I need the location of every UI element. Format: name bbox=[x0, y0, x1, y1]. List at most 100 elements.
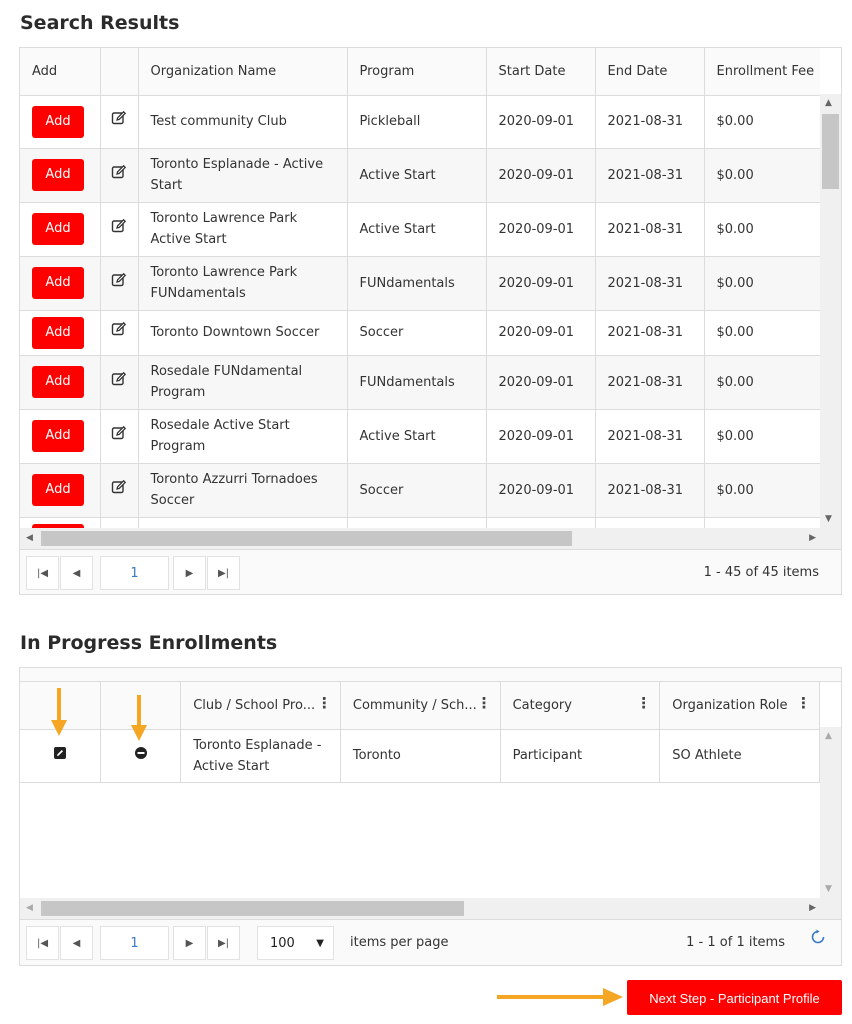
table-row-partial bbox=[20, 517, 820, 528]
enrollment-fee-cell: $0.00 bbox=[704, 148, 820, 203]
col-header-organization-name[interactable]: Organization Name bbox=[138, 48, 348, 96]
table-row: Add Toronto Downtown Soccer Soccer 2020-09-… bbox=[20, 310, 820, 356]
prev-page-icon[interactable]: ◀ bbox=[60, 556, 93, 590]
scroll-left-arrow[interactable]: ◀ bbox=[26, 533, 33, 543]
search-results-vertical-scrollbar[interactable]: ▲ ▼ bbox=[820, 94, 841, 528]
organization-name-cell: Toronto Azzurri Tornadoes Soccer bbox=[138, 463, 348, 518]
add-button[interactable]: Add bbox=[32, 366, 84, 398]
page-size-select[interactable]: 100 ▼ bbox=[257, 926, 334, 960]
next-page-icon[interactable]: ▶ bbox=[173, 926, 206, 960]
edit-icon[interactable] bbox=[111, 272, 127, 288]
prev-page-icon[interactable]: ◀ bbox=[60, 926, 93, 960]
col-header-add[interactable]: Add bbox=[20, 48, 101, 96]
annotation-arrow-right-next bbox=[497, 988, 623, 1006]
remove-icon[interactable] bbox=[134, 747, 147, 759]
col-header-start-date[interactable]: Start Date bbox=[486, 48, 596, 96]
scroll-thumb[interactable] bbox=[41, 531, 572, 546]
start-date-cell: 2020-09-01 bbox=[486, 463, 596, 518]
add-cell: Add bbox=[20, 202, 101, 257]
start-date-cell: 2020-09-01 bbox=[486, 310, 596, 356]
search-results-table: Add Organization Name Program Start Date… bbox=[20, 48, 820, 528]
scroll-up-arrow[interactable]: ▲ bbox=[825, 731, 832, 741]
start-date-cell: 2020-09-01 bbox=[486, 409, 596, 464]
add-button[interactable]: Add bbox=[32, 213, 84, 245]
add-cell: Add bbox=[20, 409, 101, 464]
edit-icon[interactable] bbox=[111, 425, 127, 441]
page-size-value: 100 bbox=[270, 936, 295, 951]
col-header-organization-role[interactable]: Organization Role ⋮ bbox=[659, 682, 820, 730]
in-progress-vertical-scrollbar[interactable]: ▲ ▼ bbox=[820, 727, 841, 898]
add-cell: Add bbox=[20, 310, 101, 356]
add-button[interactable]: Add bbox=[32, 474, 84, 506]
pager-info: 1 - 45 of 45 items bbox=[703, 565, 819, 580]
in-progress-horizontal-scrollbar[interactable]: ◀ ▶ bbox=[20, 898, 841, 919]
last-page-icon[interactable]: ▶| bbox=[207, 556, 240, 590]
col-header-label: Organization Role bbox=[672, 697, 788, 713]
first-page-icon[interactable]: |◀ bbox=[26, 556, 59, 590]
col-header-enrollment-fee[interactable]: Enrollment Fee bbox=[704, 48, 820, 96]
col-header-label: Community / Sch... bbox=[352, 697, 477, 713]
program-cell: Pickleball bbox=[347, 95, 487, 149]
last-page-icon[interactable]: ▶| bbox=[207, 926, 240, 960]
col-header-program[interactable]: Program bbox=[347, 48, 487, 96]
table-row: Add Toronto Lawrence Park Active Start Act… bbox=[20, 202, 820, 257]
column-menu-icon[interactable]: ⋮ bbox=[317, 694, 332, 712]
col-header-category[interactable]: Category ⋮ bbox=[500, 682, 661, 730]
in-progress-pager: |◀ ◀ 1 ▶ ▶| 100 ▼ items per page 1 - 1 o… bbox=[20, 919, 841, 965]
add-button[interactable]: Add bbox=[32, 159, 84, 191]
organization-name-cell: Toronto Lawrence Park FUNdamentals bbox=[138, 256, 348, 311]
end-date-cell: 2021-08-31 bbox=[595, 202, 705, 257]
enrollment-fee-cell: $0.00 bbox=[704, 202, 820, 257]
col-header-edit bbox=[100, 48, 139, 96]
next-step-participant-profile-button[interactable]: Next Step - Participant Profile bbox=[627, 980, 842, 1015]
scroll-right-arrow[interactable]: ▶ bbox=[809, 903, 816, 913]
scroll-down-arrow[interactable]: ▼ bbox=[825, 884, 832, 894]
scroll-up-arrow[interactable]: ▲ bbox=[825, 98, 832, 108]
add-button[interactable]: Add bbox=[32, 316, 84, 349]
col-header-club-school-program[interactable]: Club / School Pro... ⋮ bbox=[180, 682, 341, 730]
search-results-horizontal-scrollbar[interactable]: ◀ ▶ bbox=[20, 528, 841, 549]
edit-icon[interactable] bbox=[111, 218, 127, 234]
add-cell: Add bbox=[20, 256, 101, 311]
next-page-icon[interactable]: ▶ bbox=[173, 556, 206, 590]
edit-cell bbox=[100, 355, 139, 410]
scroll-right-arrow[interactable]: ▶ bbox=[809, 533, 816, 543]
column-menu-icon[interactable]: ⋮ bbox=[636, 694, 651, 712]
col-header-end-date[interactable]: End Date bbox=[595, 48, 705, 96]
column-menu-icon[interactable]: ⋮ bbox=[477, 694, 492, 712]
end-date-cell: 2021-08-31 bbox=[595, 310, 705, 356]
edit-cell bbox=[100, 95, 139, 149]
enrollment-fee-cell: $0.00 bbox=[704, 355, 820, 410]
add-cell bbox=[20, 517, 101, 528]
col-header-label: Club / School Pro... bbox=[193, 697, 316, 713]
edit-icon[interactable] bbox=[53, 747, 66, 759]
search-results-header-row: Add Organization Name Program Start Date… bbox=[20, 48, 820, 96]
start-date-cell: 2020-09-01 bbox=[486, 355, 596, 410]
edit-icon[interactable] bbox=[111, 164, 127, 180]
edit-icon[interactable] bbox=[111, 321, 127, 337]
first-page-icon[interactable]: |◀ bbox=[26, 926, 59, 960]
add-button[interactable]: Add bbox=[32, 267, 84, 299]
current-page-number[interactable]: 1 bbox=[100, 926, 169, 960]
scroll-thumb[interactable] bbox=[822, 114, 839, 189]
empty-cell bbox=[100, 517, 139, 528]
edit-icon[interactable] bbox=[111, 371, 127, 387]
end-date-cell: 2021-08-31 bbox=[595, 95, 705, 149]
edit-icon[interactable] bbox=[111, 479, 127, 495]
column-menu-icon[interactable]: ⋮ bbox=[796, 694, 811, 712]
refresh-icon[interactable] bbox=[799, 926, 837, 960]
edit-cell bbox=[100, 409, 139, 464]
current-page-number[interactable]: 1 bbox=[100, 556, 169, 590]
search-results-title: Search Results bbox=[20, 12, 180, 34]
edit-icon[interactable] bbox=[111, 110, 127, 126]
search-results-pager: |◀ ◀ 1 ▶ ▶| 1 - 45 of 45 items bbox=[20, 549, 841, 594]
add-button[interactable]: Add bbox=[32, 420, 84, 452]
grid-toolbar-strip bbox=[20, 668, 841, 682]
pager-info: 1 - 1 of 1 items bbox=[686, 935, 785, 950]
col-header-community-school[interactable]: Community / Sch... ⋮ bbox=[340, 682, 501, 730]
scroll-down-arrow[interactable]: ▼ bbox=[825, 514, 832, 524]
scroll-left-arrow[interactable]: ◀ bbox=[26, 903, 33, 913]
add-button[interactable]: Add bbox=[32, 105, 84, 138]
scroll-thumb[interactable] bbox=[41, 901, 464, 916]
empty-cell bbox=[347, 517, 487, 528]
